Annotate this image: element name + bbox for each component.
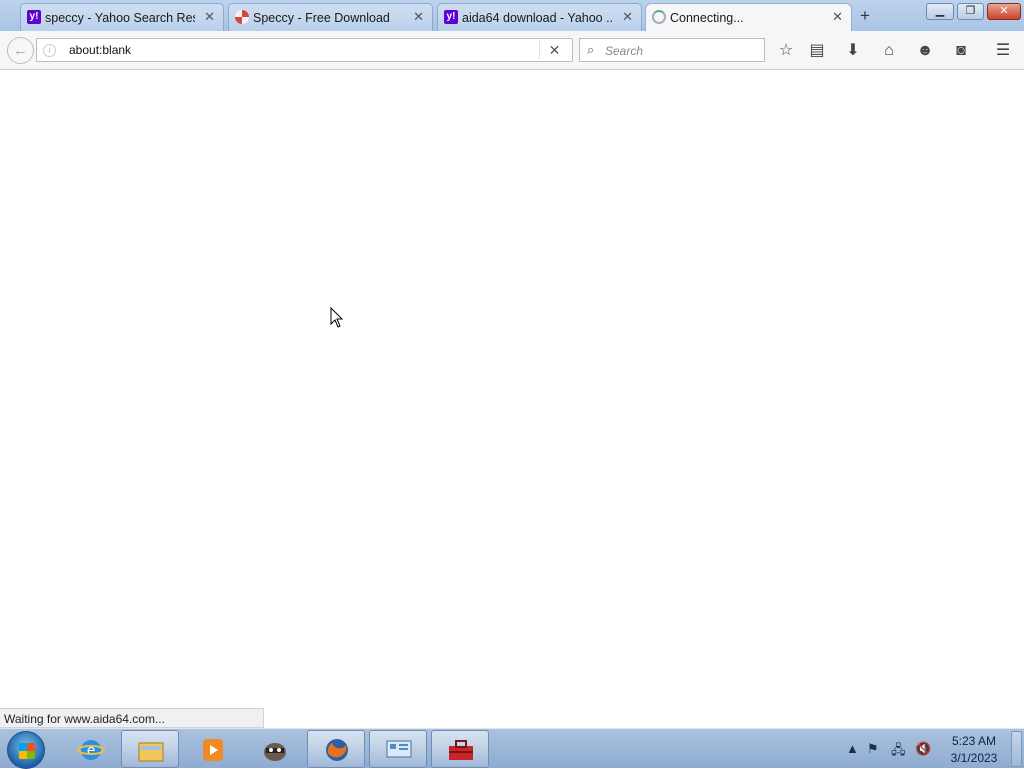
loading-spinner-icon — [652, 10, 666, 24]
clock-time[interactable]: 5:23 AM — [948, 734, 1000, 748]
firefox-icon[interactable] — [307, 730, 365, 768]
mouse-cursor-icon — [330, 307, 344, 328]
volume-muted-icon[interactable]: 🔇 — [915, 741, 931, 757]
network-icon[interactable]: 🖧 — [891, 741, 906, 763]
restore-button[interactable]: ❐ — [957, 3, 984, 20]
start-button[interactable] — [7, 731, 45, 769]
taskbar: e ▲ ⚑ 🖧 🔇 5:23 AM 3/1/2023 — [0, 728, 1024, 769]
tab-aida64-search[interactable]: y! aida64 download - Yahoo ... ✕ — [437, 3, 642, 31]
navigation-toolbar: ← i about:blank ✕ ⌕ Search ☆ ▤ ⬇ ⌂ ☻ ◙ ☰ — [0, 31, 1024, 70]
windows-explorer-icon[interactable] — [121, 730, 179, 768]
tab-label: speccy - Yahoo Search Res... — [45, 10, 195, 25]
tab-label: Speccy - Free Download — [253, 10, 390, 25]
search-bar[interactable]: ⌕ Search — [579, 38, 765, 62]
raccoon-app-icon[interactable] — [245, 730, 303, 768]
tab-close-icon[interactable]: ✕ — [622, 9, 633, 25]
tab-close-icon[interactable]: ✕ — [204, 9, 215, 25]
bookmark-star-icon[interactable]: ☆ — [774, 39, 798, 63]
tab-close-icon[interactable]: ✕ — [413, 9, 424, 25]
pocket-icon[interactable]: ◙ — [949, 39, 973, 63]
internet-explorer-icon[interactable]: e — [61, 730, 119, 768]
control-panel-icon[interactable] — [369, 730, 427, 768]
tab-speccy-search[interactable]: y! speccy - Yahoo Search Res... ✕ — [20, 3, 224, 31]
page-content[interactable] — [0, 71, 1024, 728]
close-icon: ✕ — [999, 5, 1009, 17]
back-button[interactable]: ← — [7, 37, 34, 64]
tab-speccy-download[interactable]: Speccy - Free Download ✕ — [228, 3, 433, 31]
show-hidden-icons-icon[interactable]: ▲ — [846, 741, 859, 756]
restore-icon: ❐ — [965, 5, 976, 17]
close-window-button[interactable]: ✕ — [987, 3, 1021, 20]
search-icon: ⌕ — [587, 42, 595, 57]
speccy-icon — [235, 10, 249, 24]
yahoo-icon: y! — [27, 10, 41, 24]
stop-loading-button[interactable]: ✕ — [539, 41, 569, 59]
action-center-flag-icon[interactable]: ⚑ — [867, 741, 879, 757]
minimize-button[interactable]: ▁ — [926, 3, 954, 20]
hello-icon[interactable]: ☻ — [913, 39, 937, 63]
media-player-icon[interactable] — [183, 730, 241, 768]
menu-icon[interactable]: ☰ — [991, 39, 1015, 63]
tab-connecting[interactable]: Connecting... ✕ — [645, 3, 852, 31]
home-icon[interactable]: ⌂ — [877, 39, 901, 63]
status-bar: Waiting for www.aida64.com... — [0, 708, 264, 728]
site-info-icon[interactable]: i — [43, 44, 56, 57]
title-bar: y! speccy - Yahoo Search Res... ✕ Speccy… — [0, 0, 1024, 31]
show-desktop-button[interactable] — [1011, 731, 1022, 767]
downloads-icon[interactable]: ⬇ — [841, 39, 865, 63]
yahoo-icon: y! — [444, 10, 458, 24]
tab-close-icon[interactable]: ✕ — [832, 9, 843, 25]
address-bar[interactable]: i about:blank ✕ — [36, 38, 573, 62]
reading-list-icon[interactable]: ▤ — [805, 39, 829, 63]
new-tab-button[interactable]: + — [860, 6, 870, 26]
search-input[interactable]: Search — [605, 44, 643, 58]
back-arrow-icon: ← — [13, 42, 28, 59]
clock-date[interactable]: 3/1/2023 — [948, 751, 1000, 765]
toolbox-icon[interactable] — [431, 730, 489, 768]
tab-label: Connecting... — [670, 10, 744, 25]
address-input[interactable]: about:blank — [69, 43, 131, 57]
tab-label: aida64 download - Yahoo ... — [462, 10, 612, 25]
minimize-icon: ▁ — [935, 5, 945, 17]
